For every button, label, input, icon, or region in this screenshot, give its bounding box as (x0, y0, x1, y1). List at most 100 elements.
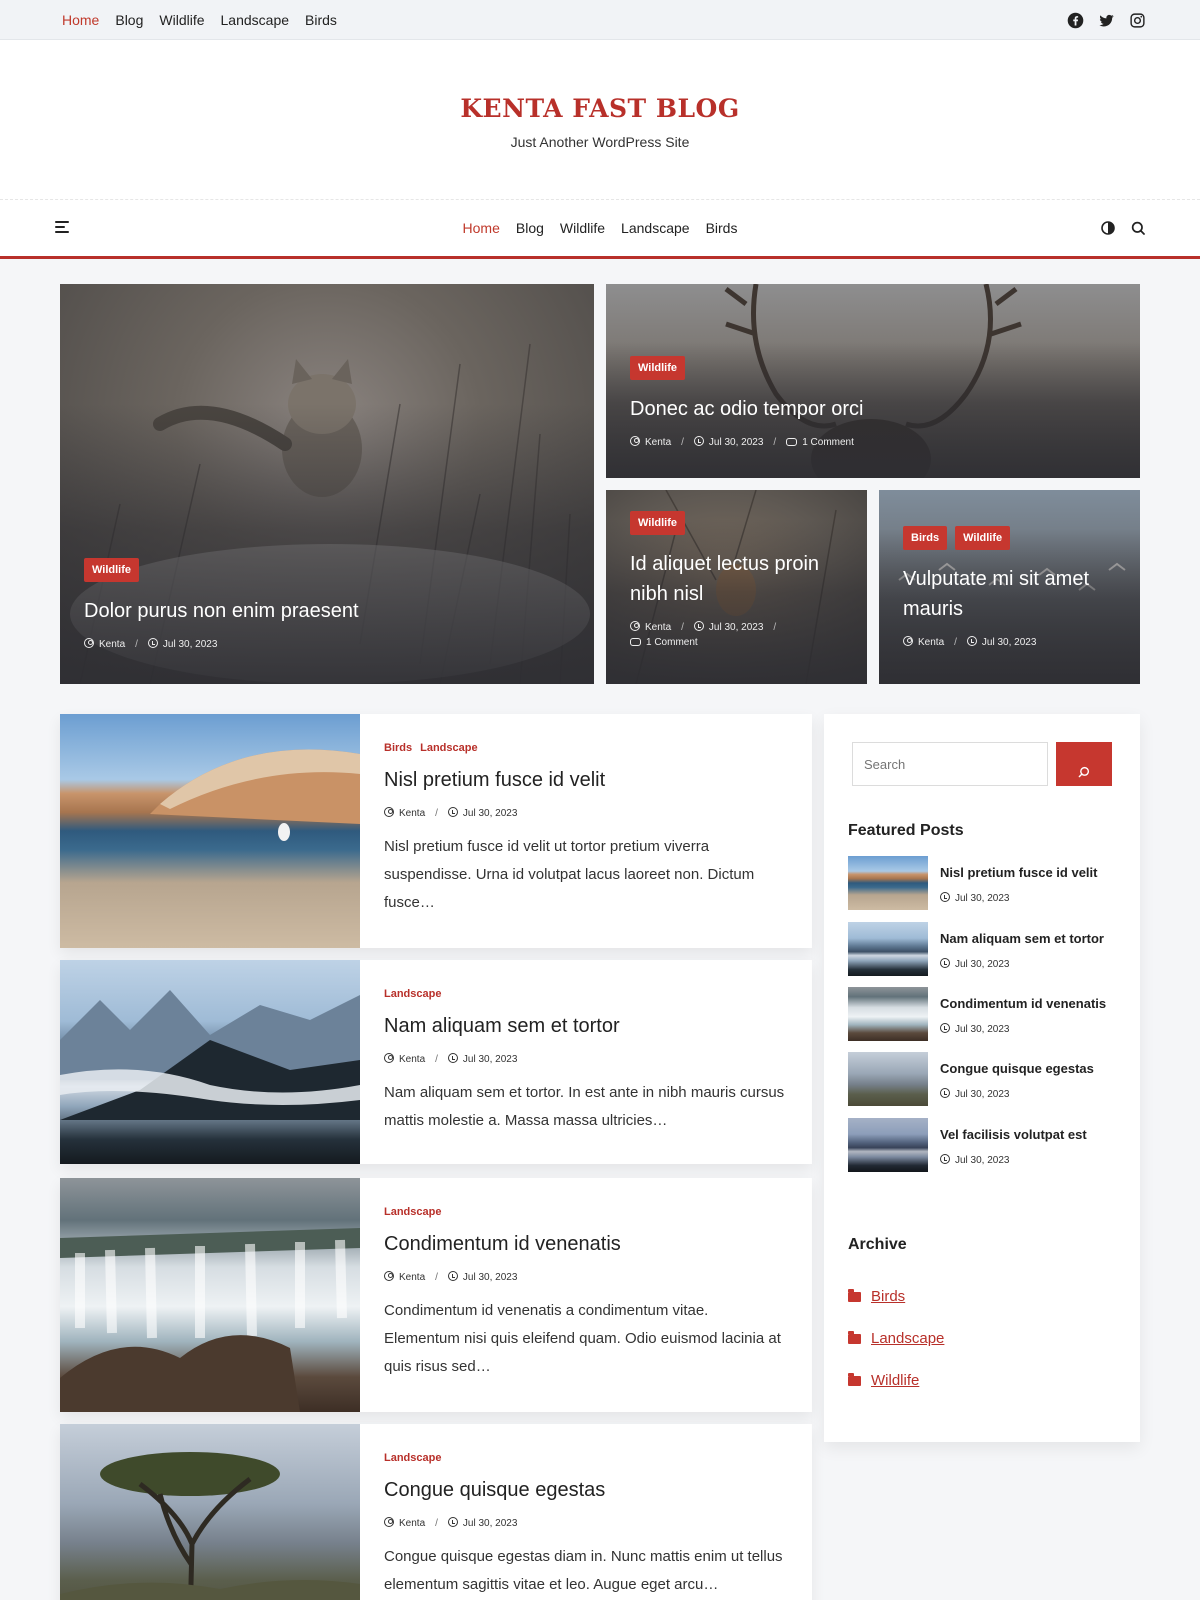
featured-thumbnail[interactable] (848, 987, 928, 1041)
post-title[interactable]: Nisl pretium fusce id velit (384, 769, 788, 792)
post-comments[interactable]: 1 Comment (802, 437, 854, 448)
top-nav-home[interactable]: Home (62, 12, 99, 28)
featured-thumbnail[interactable] (848, 1118, 928, 1172)
post-title[interactable]: Condimentum id venenatis (384, 1233, 788, 1256)
post-title[interactable]: Nam aliquam sem et tortor (384, 1015, 788, 1038)
category-badge[interactable]: Wildlife (630, 511, 686, 535)
post-author[interactable]: Kenta (399, 808, 425, 819)
featured-post[interactable]: Nisl pretium fusce id velit Jul 30, 2023 (848, 856, 1128, 910)
post-author[interactable]: Kenta (99, 639, 125, 650)
archive-item-birds[interactable]: Birds (848, 1288, 905, 1305)
post-category[interactable]: Landscape (384, 1452, 441, 1464)
post-author[interactable]: Kenta (399, 1054, 425, 1065)
nav-item-wildlife[interactable]: Wildlife (560, 220, 605, 236)
category-badge[interactable]: Birds (903, 526, 948, 550)
post-thumbnail[interactable] (60, 714, 360, 948)
search-button[interactable] (1056, 742, 1112, 786)
post-category[interactable]: Landscape (420, 742, 477, 754)
featured-thumbnail[interactable] (848, 922, 928, 976)
post-category[interactable]: Landscape (384, 1206, 441, 1218)
post-meta: Kenta / Jul 30, 2023 (384, 1053, 788, 1065)
post-date[interactable]: Jul 30, 2023 (163, 639, 218, 650)
post-title[interactable]: Congue quisque egestas (384, 1479, 788, 1502)
category-badge[interactable]: Wildlife (84, 558, 140, 582)
featured-post[interactable]: Congue quisque egestas Jul 30, 2023 (848, 1052, 1128, 1106)
comment-icon (786, 437, 798, 446)
featured-post-date: Jul 30, 2023 (955, 1155, 1010, 1166)
top-nav-wildlife[interactable]: Wildlife (159, 12, 204, 28)
post-date[interactable]: Jul 30, 2023 (463, 1272, 518, 1283)
top-nav-landscape[interactable]: Landscape (221, 12, 290, 28)
archive-link[interactable]: Wildlife (871, 1372, 919, 1389)
post-author[interactable]: Kenta (399, 1272, 425, 1283)
featured-post[interactable]: Condimentum id venenatis Jul 30, 2023 (848, 987, 1128, 1041)
hero-title[interactable]: Vulputate mi sit amet mauris (903, 564, 1120, 624)
facebook-icon[interactable] (1067, 12, 1084, 29)
featured-post-title[interactable]: Vel facilisis volutpat est (940, 1127, 1087, 1142)
post-body: Landscape Congue quisque egestas Kenta /… (384, 1424, 788, 1599)
post-thumbnail[interactable] (60, 960, 360, 1164)
post-date[interactable]: Jul 30, 2023 (463, 808, 518, 819)
post-date[interactable]: Jul 30, 2023 (463, 1054, 518, 1065)
user-icon (384, 807, 394, 817)
nav-item-landscape[interactable]: Landscape (621, 220, 690, 236)
post-author[interactable]: Kenta (645, 622, 671, 633)
post-meta: Kenta / Jul 30, 2023 (384, 807, 788, 819)
archive-item-wildlife[interactable]: Wildlife (848, 1372, 919, 1389)
top-nav-birds[interactable]: Birds (305, 12, 337, 28)
post-author[interactable]: Kenta (918, 637, 944, 648)
dark-mode-toggle-icon[interactable] (1100, 220, 1116, 236)
post-meta: Kenta / Jul 30, 2023 (384, 1271, 788, 1283)
post-card: Landscape Congue quisque egestas Kenta /… (60, 1424, 812, 1600)
featured-post-title[interactable]: Nisl pretium fusce id velit (940, 865, 1098, 880)
hero-title[interactable]: Donec ac odio tempor orci (630, 394, 1120, 424)
post-thumbnail[interactable] (60, 1424, 360, 1600)
featured-thumbnail[interactable] (848, 856, 928, 910)
post-date[interactable]: Jul 30, 2023 (709, 437, 764, 448)
hero-title[interactable]: Dolor purus non enim praesent (84, 596, 574, 626)
nav-item-birds[interactable]: Birds (706, 220, 738, 236)
post-comments[interactable]: 1 Comment (646, 637, 698, 648)
hero-post-bottom-right[interactable]: Birds Wildlife Vulputate mi sit amet mau… (879, 490, 1140, 684)
featured-post-date: Jul 30, 2023 (955, 959, 1010, 970)
hero-title[interactable]: Id aliquet lectus proin nibh nisl (630, 549, 847, 609)
archive-item-landscape[interactable]: Landscape (848, 1330, 944, 1347)
search-icon (1078, 766, 1090, 777)
featured-post-title[interactable]: Condimentum id venenatis (940, 996, 1106, 1011)
featured-post-title[interactable]: Congue quisque egestas (940, 1061, 1094, 1076)
featured-post[interactable]: Nam aliquam sem et tortor Jul 30, 2023 (848, 922, 1128, 976)
search-icon[interactable] (1130, 220, 1146, 236)
featured-post-title[interactable]: Nam aliquam sem et tortor (940, 931, 1104, 946)
post-category[interactable]: Birds (384, 742, 412, 754)
post-thumbnail[interactable] (60, 1178, 360, 1412)
post-meta: Kenta / Jul 30, 2023 (84, 638, 574, 650)
archive-link[interactable]: Birds (871, 1288, 905, 1305)
hero-post-top-right[interactable]: Wildlife Donec ac odio tempor orci Kenta… (606, 284, 1140, 478)
twitter-icon[interactable] (1098, 12, 1115, 29)
instagram-icon[interactable] (1129, 12, 1146, 29)
hero-post-large[interactable]: Wildlife Dolor purus non enim praesent K… (60, 284, 594, 684)
featured-post[interactable]: Vel facilisis volutpat est Jul 30, 2023 (848, 1118, 1128, 1172)
top-nav-blog[interactable]: Blog (115, 12, 143, 28)
category-badge[interactable]: Wildlife (955, 526, 1011, 550)
post-date[interactable]: Jul 30, 2023 (463, 1518, 518, 1529)
post-date[interactable]: Jul 30, 2023 (982, 637, 1037, 648)
nav-item-blog[interactable]: Blog (516, 220, 544, 236)
post-author[interactable]: Kenta (645, 437, 671, 448)
post-category[interactable]: Landscape (384, 988, 441, 1000)
post-date[interactable]: Jul 30, 2023 (709, 622, 764, 633)
nav-item-home[interactable]: Home (463, 220, 500, 236)
archive-link[interactable]: Landscape (871, 1330, 944, 1347)
site-title[interactable]: KENTA FAST BLOG (0, 94, 1200, 123)
clock-icon (940, 892, 950, 902)
clock-icon (940, 1023, 950, 1033)
category-badge[interactable]: Wildlife (630, 356, 686, 380)
post-meta: Kenta / Jul 30, 2023 (384, 1517, 788, 1529)
top-bar: Home Blog Wildlife Landscape Birds (0, 0, 1200, 40)
search-input[interactable] (852, 742, 1048, 786)
featured-thumbnail[interactable] (848, 1052, 928, 1106)
main-nav: Home Blog Wildlife Landscape Birds (0, 200, 1200, 259)
post-meta: Kenta / Jul 30, 2023 / 1 Comment (630, 621, 847, 648)
post-author[interactable]: Kenta (399, 1518, 425, 1529)
hero-post-bottom-middle[interactable]: Wildlife Id aliquet lectus proin nibh ni… (606, 490, 867, 684)
